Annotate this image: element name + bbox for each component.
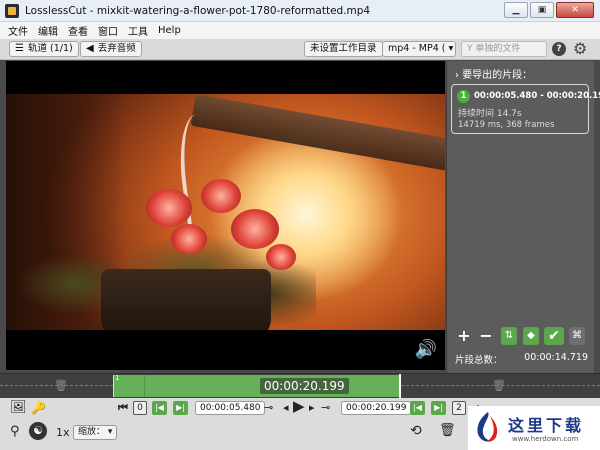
menu-view[interactable]: 查看 [68, 23, 88, 38]
flower [266, 244, 296, 270]
timeline-segment[interactable]: 1 [113, 374, 400, 397]
jump-cut-start-icon[interactable]: |◀ [152, 401, 167, 415]
trash-icon[interactable]: 🗑 [54, 379, 68, 392]
watermark-text: 这里下载 [508, 416, 585, 435]
output-dir-button[interactable]: 未设置工作目录 [304, 41, 383, 57]
menu-file[interactable]: 文件 [8, 23, 28, 38]
segment-start-index[interactable]: 0 [133, 401, 147, 415]
menu-help[interactable]: Help [158, 25, 181, 36]
output-mode-label: 单独的文件 [475, 44, 521, 54]
set-cut-end-icon[interactable]: |◀ [410, 401, 425, 415]
menu-bar: 文件 编辑 查看 窗口 工具 Help [0, 22, 600, 39]
close-button[interactable]: ✕ [556, 2, 594, 18]
discard-audio-label: 丢弃音频 [97, 43, 136, 54]
flower [231, 209, 279, 249]
person-icon[interactable]: ⚲ [10, 425, 20, 439]
speaker-icon: ◀ [86, 43, 94, 54]
cut-start-time[interactable]: 00:00:05.480 [195, 401, 266, 415]
minimize-button[interactable]: ▁ [504, 2, 528, 18]
set-cut-start-icon[interactable]: ▶| [173, 401, 188, 415]
cut-end-time[interactable]: 00:00:20.199 [341, 401, 412, 415]
zoom-select[interactable]: 缩放： ▾ [73, 425, 118, 440]
watering-can-spout [190, 94, 445, 171]
segment-duration: 持续时间 14.7s [458, 109, 522, 119]
watermark-url: www.herdown.com [512, 435, 579, 443]
top-toolbar: ☰ 轨道 (1/1) ◀ 丢弃音频 未设置工作目录 mp4 - MP4 ( ▾ Y … [0, 39, 600, 60]
video-player[interactable]: 🔊 [6, 61, 445, 370]
panel-title: › 要导出的片段： [455, 66, 532, 81]
current-time: 00:00:20.199 [260, 378, 349, 394]
chevron-right-icon: › [455, 70, 459, 81]
title-bar: LosslessCut - mixkit-watering-a-flower-p… [0, 0, 600, 22]
keyframe-next-icon[interactable]: ⊸ [321, 401, 330, 415]
window-controls: ▁ ▣ ✕ [504, 2, 594, 18]
help-icon[interactable]: ? [552, 42, 566, 56]
flower [171, 224, 207, 254]
video-frame [6, 94, 445, 330]
tracks-label: 轨道 (1/1) [27, 43, 73, 54]
checkmark-icon[interactable]: ✔ [544, 327, 564, 345]
chevron-down-icon: ▾ [445, 43, 454, 54]
jump-start-icon[interactable]: ⏮ [118, 401, 128, 415]
flower-pot [101, 269, 271, 330]
panel-title-text: 要导出的片段： [462, 70, 533, 81]
flower [146, 189, 192, 227]
command-icon[interactable]: ⌘ [569, 327, 585, 345]
keyframe-prev-icon[interactable]: ⊸ [264, 401, 273, 415]
merge-icon: Y [467, 44, 473, 54]
screenshot-icon[interactable]: 🖼 [10, 401, 27, 415]
format-select[interactable]: mp4 - MP4 ( ▾ [382, 41, 456, 57]
rotate-icon[interactable]: ⟲ [410, 424, 422, 438]
volume-icon[interactable]: 🔊 [415, 340, 437, 360]
add-segment-button[interactable]: + [455, 327, 473, 345]
timeline-segment-number: 1 [115, 374, 120, 382]
yin-yang-icon[interactable]: ☯ [29, 422, 47, 440]
menu-tools[interactable]: 工具 [128, 23, 148, 38]
watermark-logo-icon [477, 412, 498, 442]
zoom-label: 缩放： [78, 427, 106, 437]
prev-frame-icon[interactable]: ◂ [283, 401, 289, 415]
playhead[interactable] [399, 374, 401, 399]
maximize-button[interactable]: ▣ [530, 2, 554, 18]
segments-panel: › 要导出的片段： 1 00:00:05.480 - 00:00:20.199 … [446, 61, 600, 373]
watermark: 这里下载 www.herdown.com [468, 406, 600, 450]
list-icon: ☰ [15, 43, 24, 54]
output-mode-button[interactable]: Y 单独的文件 [461, 41, 547, 57]
flower [201, 179, 241, 213]
window-title: LosslessCut - mixkit-watering-a-flower-p… [25, 4, 371, 17]
playback-speed[interactable]: 1x [56, 426, 70, 439]
segment-number-badge: 1 [457, 90, 470, 103]
key-icon[interactable]: 🔑 [31, 401, 46, 415]
menu-window[interactable]: 窗口 [98, 23, 118, 38]
segment-end-index[interactable]: 2 [452, 401, 466, 415]
timeline[interactable]: 🗑 🗑 1 00:00:20.199 [0, 373, 600, 399]
tag-icon[interactable]: ◆ [523, 327, 539, 345]
menu-edit[interactable]: 编辑 [38, 23, 58, 38]
app-icon [5, 3, 19, 18]
tracks-button[interactable]: ☰ 轨道 (1/1) [9, 41, 79, 57]
gear-icon[interactable]: ⚙ [573, 40, 587, 58]
segments-total-time: 00:00:14.719 [524, 352, 588, 363]
segment-range: 00:00:05.480 - 00:00:20.199 [474, 91, 600, 101]
segments-total-label: 片段总数： [455, 355, 503, 366]
remove-segment-button[interactable]: − [477, 327, 495, 345]
next-frame-icon[interactable]: ▸ [309, 401, 315, 415]
trash-icon[interactable]: 🗑 [439, 424, 456, 438]
jump-cut-end-icon[interactable]: ▶| [431, 401, 446, 415]
sort-segments-icon[interactable]: ⇅ [501, 327, 517, 345]
trash-icon[interactable]: 🗑 [492, 379, 506, 392]
discard-audio-button[interactable]: ◀ 丢弃音频 [80, 41, 142, 57]
format-label: mp4 - MP4 ( [388, 43, 446, 54]
segment-item[interactable]: 1 00:00:05.480 - 00:00:20.199 持续时间 14.7s… [451, 84, 600, 134]
segment-frames: 14719 ms, 368 frames [458, 120, 555, 130]
play-icon[interactable]: ▶ [293, 399, 305, 414]
chevron-down-icon: ▾ [105, 427, 113, 437]
